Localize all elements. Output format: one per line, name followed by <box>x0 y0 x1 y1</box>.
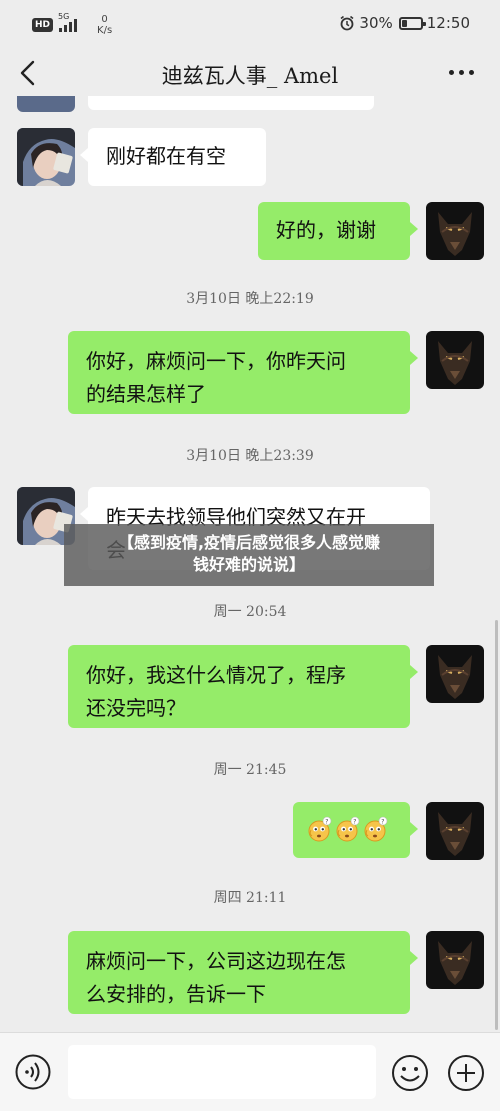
message-text-line: 还没完吗？ <box>86 696 186 720</box>
timestamp: 周一 21:45 <box>213 762 287 778</box>
alarm-icon <box>340 15 354 31</box>
contact-avatar-image <box>17 128 75 186</box>
message-bubble[interactable]: 你好，我这什么情况了，程序 还没完吗？ <box>68 645 418 728</box>
svg-text:?: ? <box>325 819 328 826</box>
my-avatar[interactable] <box>426 331 484 389</box>
confused-face-icon: ? <box>364 816 388 842</box>
smile-icon[interactable] <box>390 1053 430 1093</box>
wolf-avatar-image <box>426 802 484 860</box>
hd-badge: HD <box>32 18 54 32</box>
voice-icon[interactable] <box>14 1053 52 1091</box>
wolf-avatar-image <box>426 202 484 260</box>
my-avatar[interactable] <box>426 931 484 989</box>
overlay-caption: 【感到疫情,疫情后感觉很多人感觉赚 钱好难的说说】 <box>64 524 434 586</box>
message-text: 好的，谢谢 <box>276 218 376 242</box>
message-bubble[interactable]: 刚好都在有空 <box>80 128 266 186</box>
wolf-avatar-image <box>426 331 484 389</box>
battery-percent: 30% <box>359 14 393 32</box>
scrollbar[interactable] <box>495 620 498 1030</box>
message-bubble[interactable]: 你好，麻烦问一下，你昨天问 的结果怎样了 <box>68 331 418 414</box>
timestamp: 3月10日 晚上22:19 <box>186 291 314 307</box>
signal-icon: 5G <box>58 12 78 32</box>
svg-text:?: ? <box>381 819 384 826</box>
my-avatar[interactable] <box>426 202 484 260</box>
timestamp: 3月10日 晚上23:39 <box>186 448 314 464</box>
status-left: HD 5G 0 K/s <box>32 12 112 36</box>
timestamp: 周一 20:54 <box>213 604 287 620</box>
status-bar: HD 5G 0 K/s 30% 12:50 <box>0 0 500 48</box>
signal-label: 5G <box>58 12 70 21</box>
message-bubble[interactable]: 麻烦问一下，公司这边现在怎 么安排的，告诉一下 <box>68 931 418 1014</box>
confused-face-icon: ? <box>308 816 332 842</box>
contact-avatar[interactable] <box>17 128 75 186</box>
confused-face-icon: ? <box>336 816 360 842</box>
input-bar <box>0 1032 500 1111</box>
my-avatar[interactable] <box>426 802 484 860</box>
network-speed-value: 0 <box>101 14 108 25</box>
network-speed: 0 K/s <box>97 14 112 36</box>
chat-header: 迪兹瓦人事_ Amel <box>0 48 500 100</box>
message-text-line: 的结果怎样了 <box>86 382 206 406</box>
message-text-line: 麻烦问一下，公司这边现在怎 <box>86 949 346 973</box>
message-bubble[interactable]: ??? <box>293 802 418 858</box>
my-avatar[interactable] <box>426 645 484 703</box>
more-dots-icon[interactable] <box>449 70 474 75</box>
message-text-line: 你好，我这什么情况了，程序 <box>86 663 346 687</box>
chat-title: 迪兹瓦人事_ Amel <box>161 64 339 88</box>
message-text-line: 你好，麻烦问一下，你昨天问 <box>86 349 346 373</box>
status-right: 30% 12:50 <box>339 14 470 32</box>
svg-text:?: ? <box>353 819 356 826</box>
message-text-line: 么安排的，告诉一下 <box>86 982 266 1006</box>
message-bubble-partial <box>88 96 374 110</box>
battery-icon <box>398 16 426 30</box>
timestamp: 周四 21:11 <box>213 890 287 906</box>
plus-circle-icon[interactable] <box>446 1053 486 1093</box>
avatar-partial[interactable] <box>17 96 75 112</box>
message-input[interactable] <box>68 1045 376 1099</box>
clock: 12:50 <box>426 14 470 32</box>
wolf-avatar-image <box>426 931 484 989</box>
message-bubble[interactable]: 好的，谢谢 <box>258 202 418 260</box>
overlay-caption-line: 钱好难的说说】 <box>192 555 305 574</box>
wolf-avatar-image <box>426 645 484 703</box>
message-text: 刚好都在有空 <box>106 144 226 168</box>
overlay-caption-line: 【感到疫情,疫情后感觉很多人感觉赚 <box>117 533 381 552</box>
network-speed-unit: K/s <box>97 25 113 36</box>
emoji-row: ??? <box>307 814 396 844</box>
